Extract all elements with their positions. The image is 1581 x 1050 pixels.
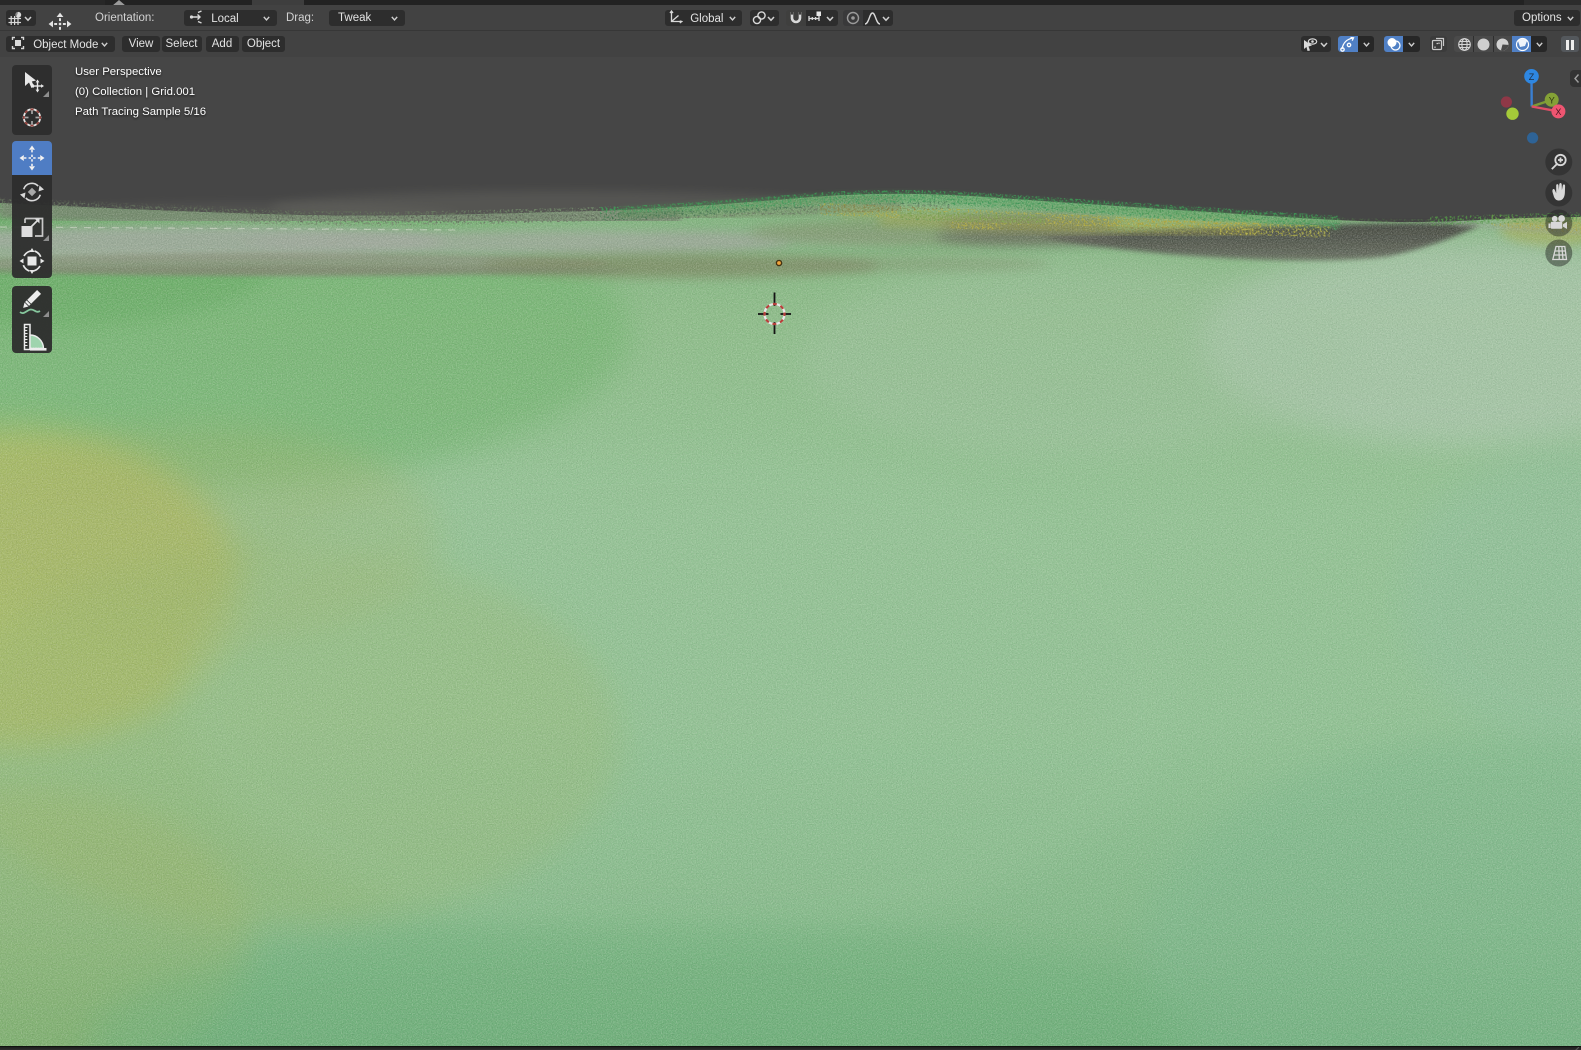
svg-text:X: X (1555, 107, 1561, 117)
svg-text:Y: Y (1549, 95, 1555, 105)
svg-text:Z: Z (1529, 72, 1535, 82)
